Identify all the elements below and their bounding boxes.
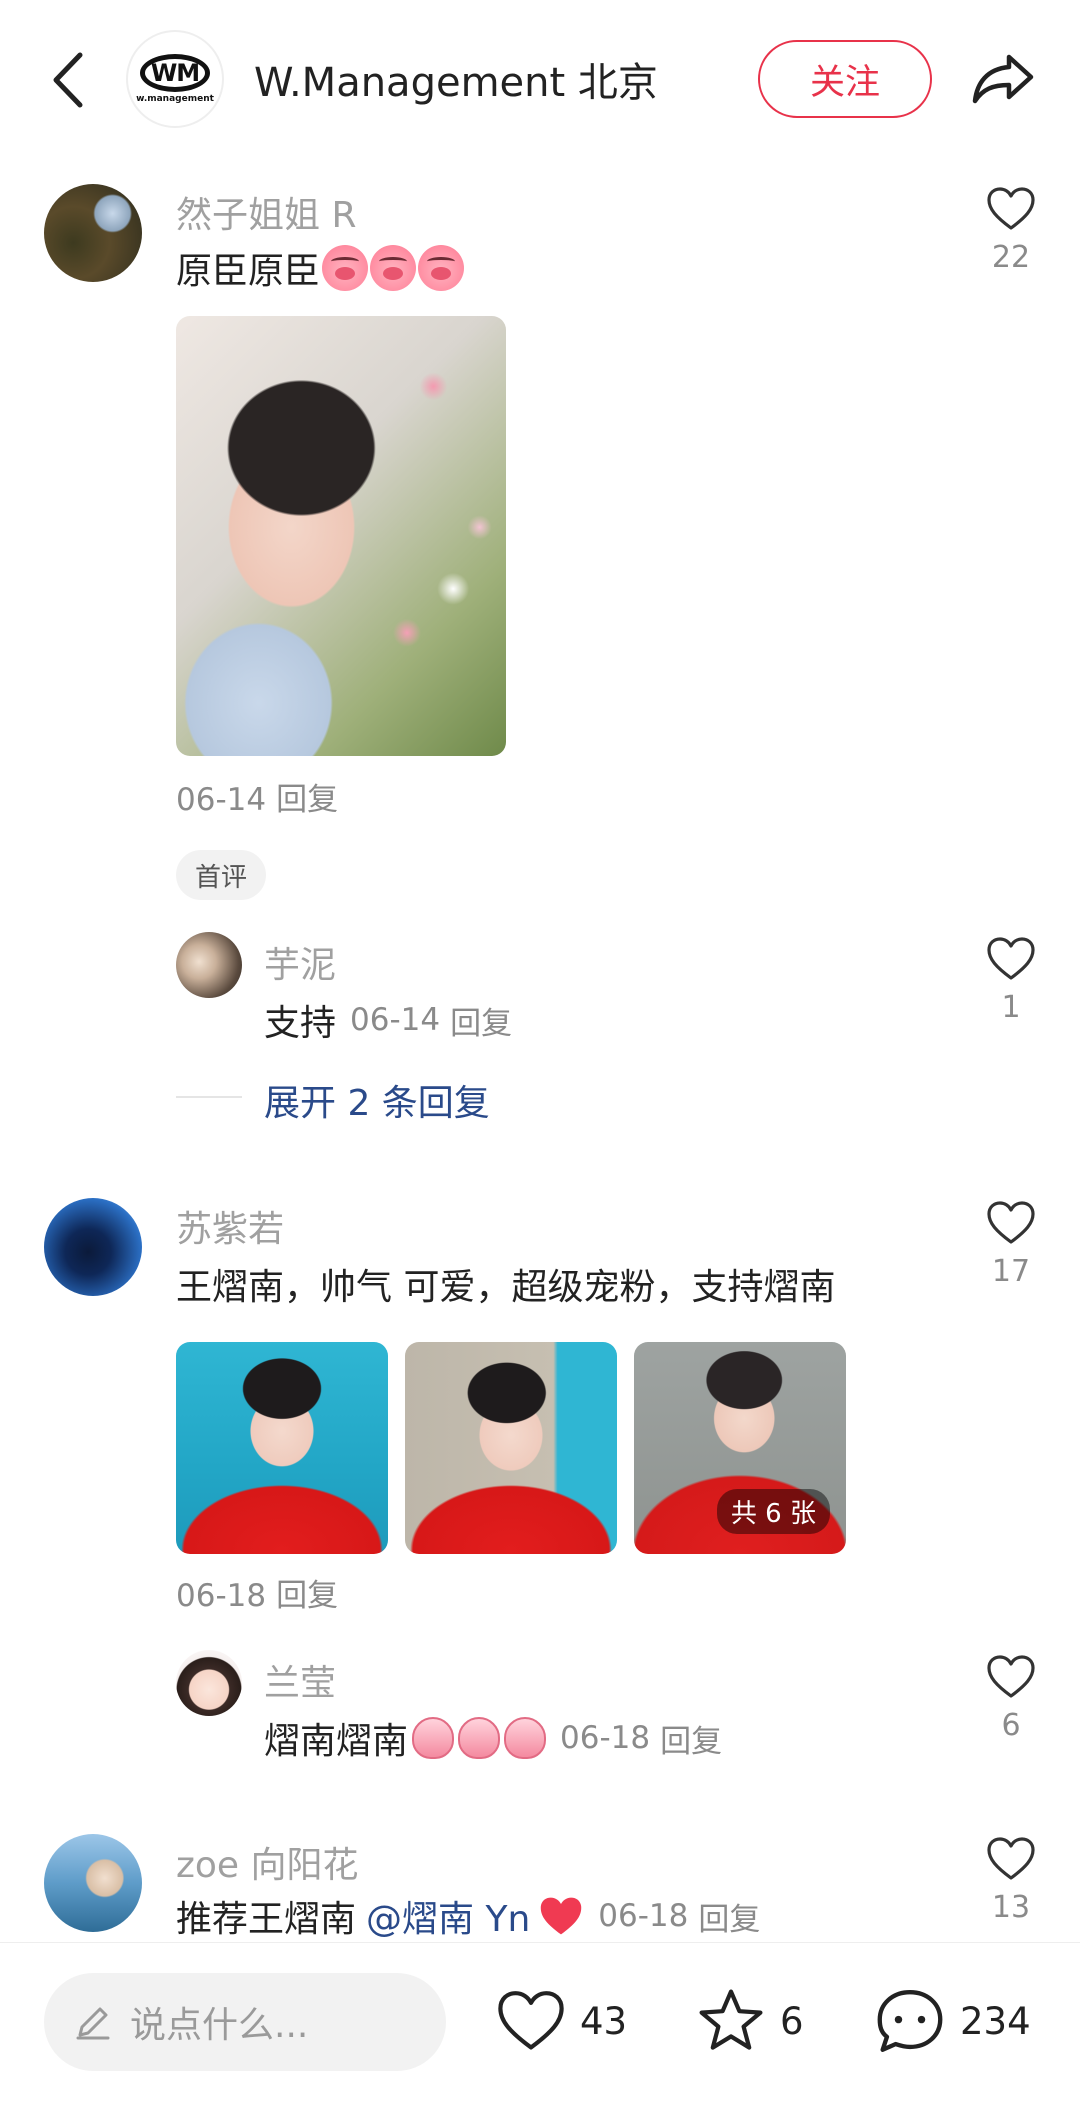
comment-text-content: 推荐王熠南 — [176, 1899, 357, 1940]
reply-date: 06-14 — [350, 1002, 441, 1038]
pig-emoji-icon — [322, 245, 369, 291]
bottom-action-bar: 说点什么... 43 6 234 — [0, 1942, 1080, 2116]
reply-text-content: 支持 — [264, 1003, 337, 1044]
comment-date: 06-18 — [176, 1578, 267, 1614]
reply-button[interactable]: 回复 — [450, 998, 512, 1043]
comment-meta: 06-14 回复 — [176, 774, 338, 819]
like-count: 17 — [991, 1254, 1031, 1289]
like-button[interactable]: 1 — [976, 936, 1046, 1025]
thumbs-up-emoji-icon — [412, 1717, 455, 1759]
reply-text-content: 熠南熠南 — [264, 1721, 409, 1762]
comment-username[interactable]: 苏紫若 — [176, 1200, 284, 1252]
reply-text: 支持 06-14 回复 — [264, 994, 512, 1046]
like-button[interactable]: 22 — [976, 186, 1046, 275]
comment-username[interactable]: 然子姐姐 R — [176, 186, 356, 238]
comment-username[interactable]: zoe 向阳花 — [176, 1836, 359, 1888]
like-button[interactable]: 6 — [976, 1654, 1046, 1743]
pig-emoji-icon — [370, 245, 417, 291]
avatar[interactable] — [176, 932, 242, 998]
like-count: 13 — [991, 1890, 1031, 1925]
reply-date: 06-18 — [560, 1720, 651, 1756]
logo-text: WM — [140, 54, 210, 92]
like-count: 6 — [1001, 1708, 1021, 1743]
star-icon — [699, 1989, 763, 2050]
comment-photo[interactable]: 共 6 张 — [634, 1342, 846, 1554]
like-post-button[interactable]: 43 — [496, 1981, 627, 2061]
like-count: 22 — [991, 240, 1031, 275]
heart-icon — [987, 1837, 1035, 1880]
comment-text-content: 原臣原臣 — [176, 251, 321, 292]
logo-subtext: w.management — [136, 94, 214, 104]
like-count: 1 — [1001, 990, 1021, 1025]
thumbs-up-emoji-icon — [458, 1717, 501, 1759]
red-heart-emoji-icon — [541, 1897, 582, 1935]
avatar[interactable] — [44, 1198, 142, 1296]
heart-icon — [498, 1991, 564, 2050]
divider — [176, 1096, 242, 1098]
comments-button[interactable]: 234 — [874, 1981, 1031, 2061]
reply-username[interactable]: 兰莹 — [264, 1654, 336, 1706]
expand-replies-button[interactable]: 展开 2 条回复 — [264, 1074, 490, 1126]
like-button[interactable]: 17 — [976, 1200, 1046, 1289]
account-name[interactable]: W.Management 北京 — [254, 50, 658, 108]
comment-date: 06-14 — [176, 782, 267, 818]
comment-text: 推荐王熠南 @熠南 Yn 06-18 回复 — [176, 1890, 760, 1942]
favorite-button[interactable]: 6 — [696, 1981, 804, 2061]
reply-username[interactable]: 芋泥 — [264, 936, 336, 988]
chevron-left-icon — [53, 52, 83, 108]
pig-emoji-icon — [418, 245, 465, 291]
avatar[interactable] — [44, 1834, 142, 1932]
pencil-icon — [76, 2007, 110, 2040]
comment-input[interactable]: 说点什么... — [44, 1973, 446, 2071]
comment-text: 原臣原臣 — [176, 242, 465, 294]
like-post-count: 43 — [580, 1999, 628, 2043]
reply-button[interactable]: 回复 — [276, 782, 338, 818]
comment-date: 06-18 — [598, 1898, 689, 1934]
like-button[interactable]: 13 — [976, 1836, 1046, 1925]
avatar[interactable] — [44, 184, 142, 282]
comment-bubble-icon — [877, 1990, 943, 2052]
comment-photo[interactable] — [405, 1342, 617, 1554]
reply-button[interactable]: 回复 — [698, 1894, 760, 1939]
comment-text-content: 王熠南，帅气 可爱，超级宠粉，支持熠南 — [176, 1267, 836, 1308]
comment-photo[interactable] — [176, 1342, 388, 1554]
heart-icon — [987, 187, 1035, 230]
comment-count: 234 — [960, 1999, 1031, 2043]
comment-meta: 06-18 回复 — [176, 1570, 338, 1615]
top-bar: WM w.management W.Management 北京 关注 — [0, 0, 1080, 160]
account-avatar[interactable]: WM w.management — [126, 30, 224, 128]
share-button[interactable] — [968, 44, 1038, 114]
follow-button[interactable]: 关注 — [758, 40, 932, 118]
reply-button[interactable]: 回复 — [660, 1716, 722, 1761]
first-comment-badge: 首评 — [176, 850, 266, 900]
comment-text: 王熠南，帅气 可爱，超级宠粉，支持熠南 — [176, 1258, 835, 1310]
reply-text: 熠南熠南 06-18 回复 — [264, 1712, 722, 1764]
comment-input-placeholder: 说点什么... — [130, 2005, 309, 2046]
thumbs-up-emoji-icon — [504, 1717, 547, 1759]
reply-button[interactable]: 回复 — [276, 1578, 338, 1614]
photo-count-badge: 共 6 张 — [716, 1489, 830, 1534]
comment-photo[interactable] — [176, 316, 506, 756]
heart-icon — [987, 937, 1035, 980]
heart-icon — [987, 1201, 1035, 1244]
mention-link[interactable]: @熠南 Yn — [366, 1890, 530, 1942]
avatar[interactable] — [176, 1650, 242, 1716]
back-button[interactable] — [40, 48, 96, 112]
heart-icon — [987, 1655, 1035, 1698]
share-icon — [972, 54, 1034, 104]
favorite-count: 6 — [780, 1999, 804, 2043]
